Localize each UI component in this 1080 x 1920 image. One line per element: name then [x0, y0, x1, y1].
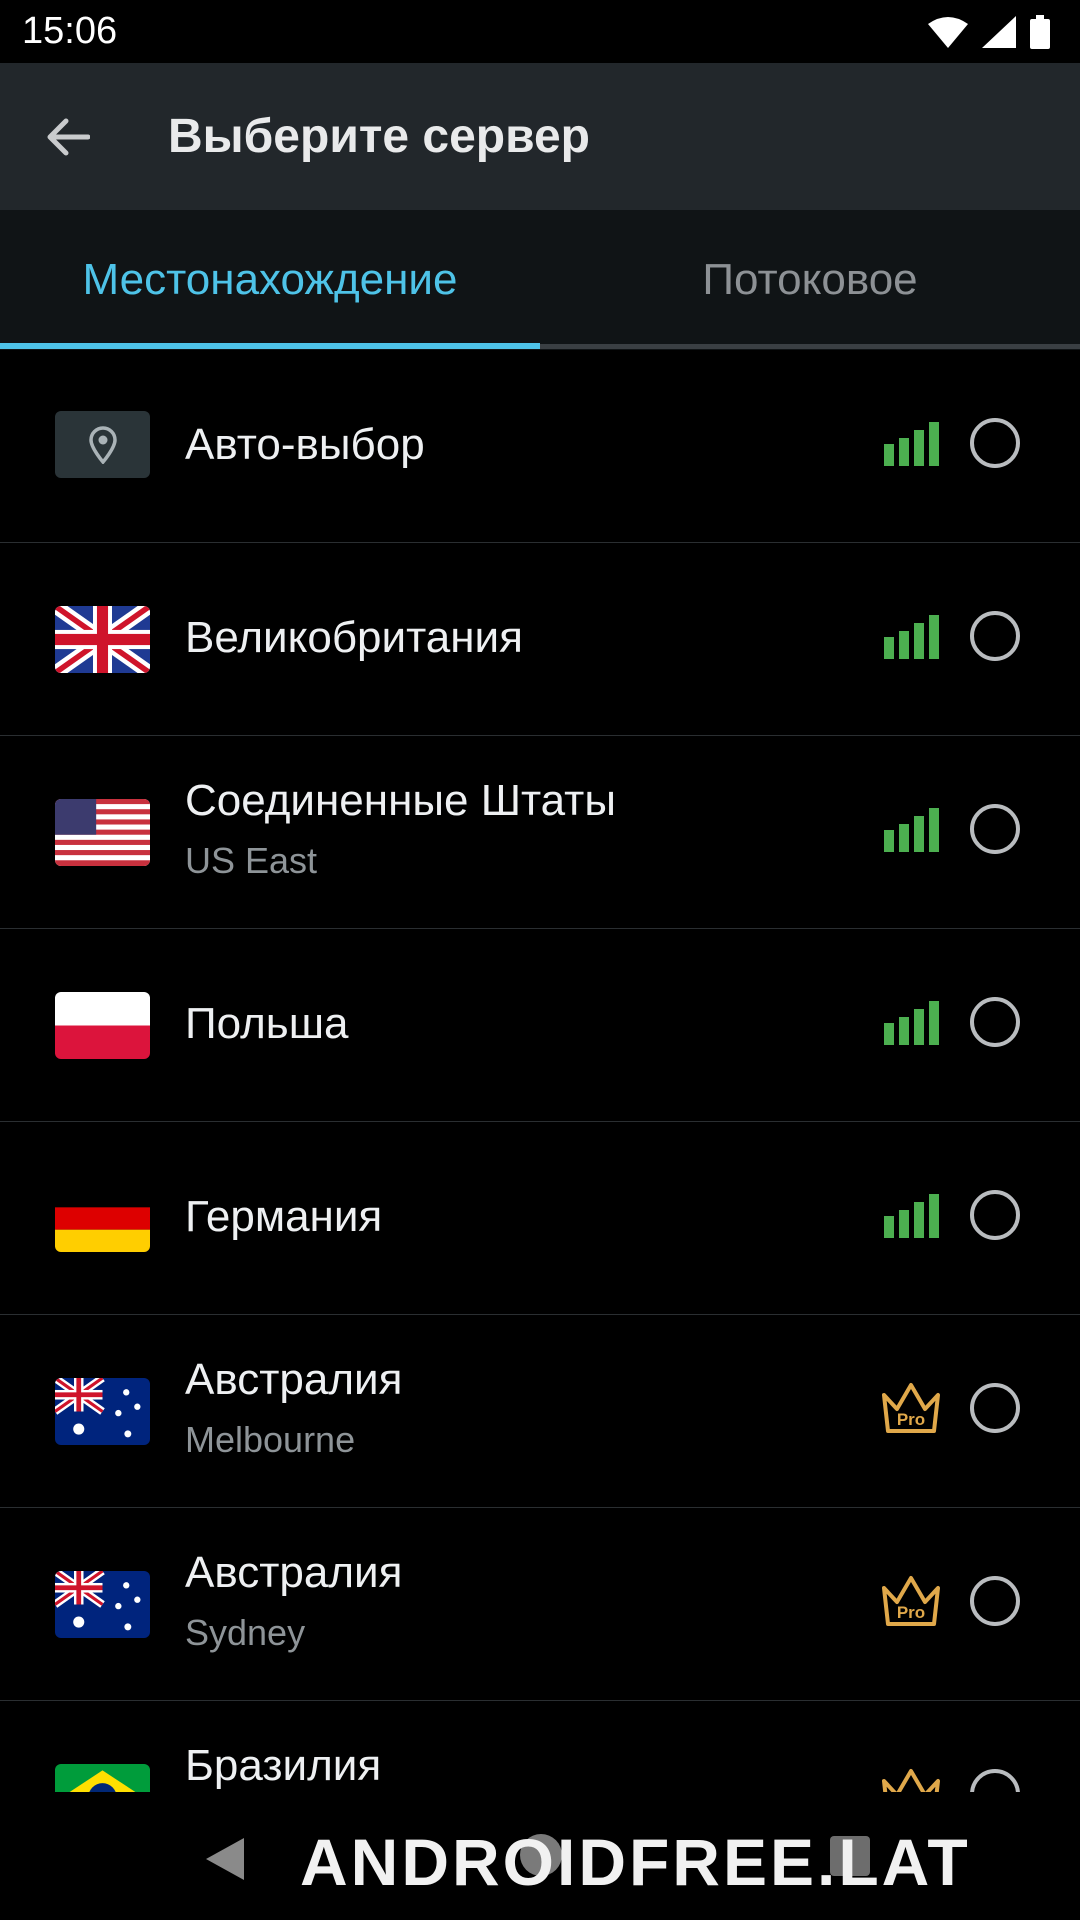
uk-flag-icon — [55, 606, 150, 673]
signal-strength-icon — [884, 422, 939, 466]
status-icons — [928, 12, 1050, 52]
server-row-germany[interactable]: Германия — [0, 1122, 1080, 1315]
server-name: Польша — [185, 999, 349, 1048]
server-name: Германия — [185, 1192, 383, 1241]
location-pin-icon — [55, 411, 150, 478]
server-city: Melbourne — [185, 1419, 356, 1460]
app-bar: Выберите сервер — [0, 63, 1080, 210]
select-radio[interactable] — [970, 804, 1020, 854]
select-radio[interactable] — [970, 997, 1020, 1047]
arrow-back-icon — [47, 118, 90, 156]
battery-icon — [1030, 15, 1050, 49]
server-row-auto[interactable]: Авто-выбор — [0, 350, 1080, 543]
brazil-flag-icon — [55, 1764, 150, 1792]
server-name: Великобритания — [185, 613, 523, 662]
pro-badge-label: Pro — [897, 1603, 925, 1622]
tab-bar: Местонахождение Потоковое — [0, 210, 1080, 350]
poland-flag-icon — [55, 992, 150, 1059]
select-radio[interactable] — [970, 1576, 1020, 1626]
server-city: Sydney — [185, 1612, 306, 1653]
nav-back-icon[interactable] — [204, 1836, 246, 1882]
server-name: Авто-выбор — [185, 420, 425, 469]
wifi-icon — [928, 17, 968, 48]
server-row-uk[interactable]: Великобритания — [0, 543, 1080, 736]
signal-strength-icon — [884, 1001, 939, 1045]
select-radio[interactable] — [970, 1769, 1020, 1792]
cell-signal-icon — [982, 16, 1016, 48]
server-name: Бразилия — [185, 1741, 382, 1790]
pro-crown-icon: Pro — [882, 1769, 940, 1792]
germany-flag-icon — [55, 1185, 150, 1252]
server-row-us[interactable]: Соединенные Штаты US East — [0, 736, 1080, 929]
pro-badge-label: Pro — [897, 1410, 925, 1429]
server-name: Соединенные Штаты — [185, 776, 616, 825]
status-bar: 15:06 — [0, 0, 1080, 63]
watermark: ANDROIDFREE.LAT — [300, 1825, 971, 1899]
server-row-australia-sydney[interactable]: Австралия Sydney Pro — [0, 1508, 1080, 1701]
pro-crown-icon: Pro — [882, 1576, 940, 1626]
tab-indicator — [0, 343, 540, 349]
signal-strength-icon — [884, 808, 939, 852]
tab-streaming[interactable]: Потоковое — [540, 210, 1080, 350]
signal-strength-icon — [884, 615, 939, 659]
status-time: 15:06 — [22, 10, 118, 52]
australia-flag-icon — [55, 1571, 150, 1638]
back-button[interactable] — [34, 103, 102, 171]
australia-flag-icon — [55, 1378, 150, 1445]
select-radio[interactable] — [970, 418, 1020, 468]
select-radio[interactable] — [970, 1190, 1020, 1240]
signal-strength-icon — [884, 1194, 939, 1238]
server-name: Австралия — [185, 1355, 403, 1404]
server-list: Авто-выбор Великобритания Соединенные Шт… — [0, 350, 1080, 1792]
server-row-brazil[interactable]: Бразилия Pro — [0, 1701, 1080, 1792]
select-radio[interactable] — [970, 1383, 1020, 1433]
pro-crown-icon: Pro — [882, 1383, 940, 1433]
page-title: Выберите сервер — [168, 110, 590, 163]
us-flag-icon — [55, 799, 150, 866]
server-name: Австралия — [185, 1548, 403, 1597]
server-city: US East — [185, 840, 318, 881]
select-radio[interactable] — [970, 611, 1020, 661]
server-row-australia-melbourne[interactable]: Австралия Melbourne Pro — [0, 1315, 1080, 1508]
tab-location[interactable]: Местонахождение — [0, 210, 540, 350]
server-row-poland[interactable]: Польша — [0, 929, 1080, 1122]
